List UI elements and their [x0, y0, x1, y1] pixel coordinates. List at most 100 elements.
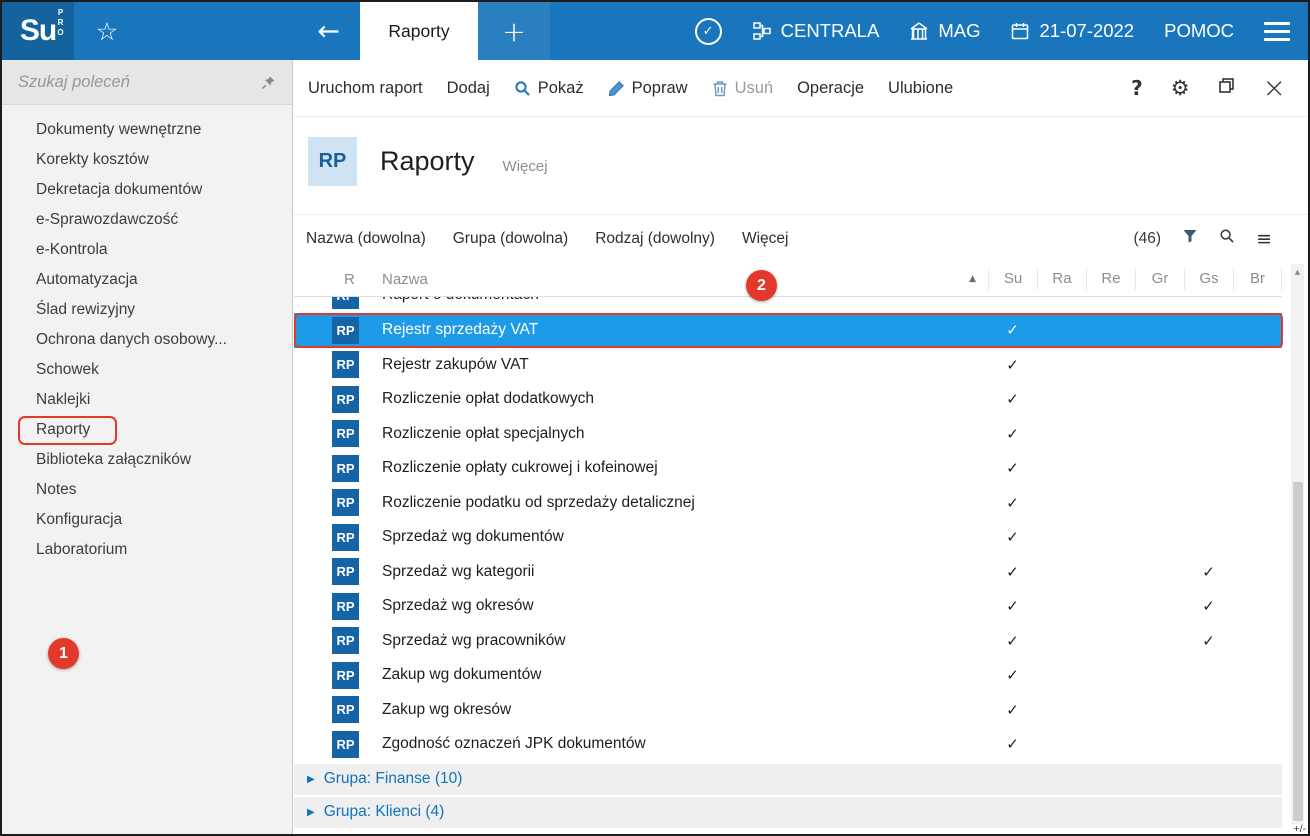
column-header-re[interactable]: Re	[1086, 268, 1135, 290]
column-header-r[interactable]: R	[294, 271, 374, 288]
sidebar-item-dokumenty-wewn-trzne[interactable]: Dokumenty wewnętrzne	[2, 115, 292, 145]
help-icon[interactable]: ?	[1131, 76, 1143, 100]
sidebar-item-raporty[interactable]: Raporty	[2, 415, 292, 445]
trash-icon	[712, 80, 728, 97]
close-icon[interactable]: ×	[1263, 74, 1286, 102]
table-row-raport-o-dokumentach[interactable]: RP Raport o dokumentach	[294, 297, 1282, 313]
main-menu-icon[interactable]	[1264, 21, 1290, 41]
type-cell: RP	[294, 730, 374, 758]
type-cell: RP	[294, 351, 374, 379]
filter-funnel-icon[interactable]	[1182, 228, 1198, 249]
tab-raporty[interactable]: Raporty	[360, 2, 478, 60]
sidebar-item-naklejki[interactable]: Naklejki	[2, 385, 292, 415]
column-header-gr[interactable]: Gr	[1135, 268, 1184, 290]
button-label: Dodaj	[446, 78, 490, 97]
favorites-star-icon[interactable]: ☆	[74, 2, 140, 60]
vertical-scrollbar[interactable]: ▲	[1291, 264, 1304, 824]
report-type-badge: RP	[332, 489, 359, 517]
scroll-up-icon[interactable]: ▲	[1291, 268, 1304, 276]
sidebar-item-korekty-koszt-w[interactable]: Korekty kosztów	[2, 145, 292, 175]
popraw-button[interactable]: Popraw	[596, 79, 700, 98]
more-link[interactable]: Więcej	[503, 158, 548, 175]
new-tab-button[interactable]: +	[478, 2, 550, 60]
operacje-button[interactable]: Operacje	[785, 79, 876, 98]
date-selector[interactable]: 21-07-2022	[1010, 20, 1134, 42]
table-row-rejestr-zakup-w-vat[interactable]: RP Rejestr zakupów VAT ✓	[294, 348, 1282, 383]
table-row-zakup-wg-okres-w[interactable]: RP Zakup wg okresów ✓	[294, 693, 1282, 728]
column-header-su[interactable]: Su	[988, 268, 1037, 290]
sidebar-item-notes[interactable]: Notes	[2, 475, 292, 505]
column-label: Nazwa	[382, 270, 428, 288]
search-icon[interactable]	[1219, 228, 1235, 249]
button-label: Popraw	[631, 78, 688, 97]
sidebar-item-laboratorium[interactable]: Laboratorium	[2, 535, 292, 565]
command-search-input[interactable]: Szukaj poleceń	[2, 60, 292, 105]
table-row-sprzeda-wg-pracownik-w[interactable]: RP Sprzedaż wg pracowników ✓ ✓	[294, 624, 1282, 659]
uruchom-raport-button[interactable]: Uruchom raport	[296, 79, 435, 98]
table-row-zgodno-oznacze-jpk-dokument-w[interactable]: RP Zgodność oznaczeń JPK dokumentów ✓	[294, 727, 1282, 762]
report-name: Zakup wg dokumentów	[382, 666, 542, 684]
report-type-badge: RP	[332, 454, 359, 482]
dodaj-button[interactable]: Dodaj	[435, 79, 502, 98]
table-row-rejestr-sprzeda-y-vat[interactable]: RP Rejestr sprzedaży VAT ✓	[294, 313, 1283, 348]
sidebar-item-ochrona-danych-osobowy[interactable]: Ochrona danych osobowy...	[2, 325, 292, 355]
help-menu[interactable]: POMOC	[1164, 20, 1234, 42]
type-cell: RP	[294, 316, 374, 344]
report-type-badge: RP	[332, 730, 359, 758]
poka-button[interactable]: Pokaż	[502, 79, 596, 98]
warehouse-selector[interactable]: MAG	[909, 20, 980, 42]
back-arrow-icon[interactable]: ←	[317, 16, 340, 47]
sort-asc-icon[interactable]: ▲	[969, 274, 976, 284]
sidebar-item-dekretacja-dokument-w[interactable]: Dekretacja dokumentów	[2, 175, 292, 205]
table-row-rozliczenie-op-aty-cukrowej-i-kofeinowej[interactable]: RP Rozliczenie opłaty cukrowej i kofeinow…	[294, 451, 1282, 486]
ulubione-button[interactable]: Ulubione	[876, 79, 965, 98]
table-row-sprzeda-wg-okres-w[interactable]: RP Sprzedaż wg okresów ✓ ✓	[294, 589, 1282, 624]
column-header-ra[interactable]: Ra	[1037, 268, 1086, 290]
sidebar-item-konfiguracja[interactable]: Konfiguracja	[2, 505, 292, 535]
table-row-sprzeda-wg-dokument-w[interactable]: RP Sprzedaż wg dokumentów ✓	[294, 520, 1282, 555]
check-cell-su: ✓	[988, 390, 1037, 408]
sidebar-item-automatyzacja[interactable]: Automatyzacja	[2, 265, 292, 295]
restore-window-icon[interactable]	[1218, 77, 1235, 99]
check-icon: ✓	[1006, 355, 1019, 374]
toolbar-items: Uruchom raport Dodaj Pokaż Popraw Usuń Operac…	[296, 79, 965, 98]
company-selector[interactable]: CENTRALA	[752, 20, 879, 42]
check-icon: ✓	[1006, 562, 1019, 581]
sidebar-item-e-kontrola[interactable]: e-Kontrola	[2, 235, 292, 265]
filter-rodzaj-dowolny[interactable]: Rodzaj (dowolny)	[595, 230, 715, 248]
sidebar-item-schowek[interactable]: Schowek	[2, 355, 292, 385]
annotation-badge-2: 2	[746, 270, 777, 301]
pin-icon[interactable]	[261, 75, 276, 90]
settings-gear-icon[interactable]: ⚙	[1171, 76, 1190, 100]
column-header-gs[interactable]: Gs	[1184, 268, 1233, 290]
report-type-badge: RP	[332, 385, 359, 413]
list-view-icon[interactable]: ≡	[1256, 228, 1272, 250]
filter-nazwa-dowolna[interactable]: Nazwa (dowolna)	[306, 230, 426, 248]
table-row-rozliczenie-podatku-od-sprzeda-y-detalicznej[interactable]: RP Rozliczenie podatku od sprzedaży detal…	[294, 486, 1282, 521]
check-icon: ✓	[1006, 321, 1019, 340]
page-title: Raporty	[380, 146, 475, 176]
table-row-rozliczenie-op-at-specjalnych[interactable]: RP Rozliczenie opłat specjalnych ✓	[294, 417, 1282, 452]
scrollbar-thumb[interactable]	[1292, 482, 1303, 821]
usu-button[interactable]: Usuń	[700, 79, 786, 98]
group-row-grupa-klienci-4[interactable]: ▶ Grupa: Klienci (4)	[294, 796, 1282, 828]
table-row-rozliczenie-op-at-dodatkowych[interactable]: RP Rozliczenie opłat dodatkowych ✓	[294, 382, 1282, 417]
column-header-br[interactable]: Br	[1233, 268, 1282, 290]
table-row-zakup-wg-dokument-w[interactable]: RP Zakup wg dokumentów ✓	[294, 658, 1282, 693]
button-label: Ulubione	[888, 78, 954, 97]
filter-grupa-dowolna[interactable]: Grupa (dowolna)	[453, 230, 568, 248]
filter-wi-cej[interactable]: Więcej	[742, 230, 789, 248]
group-row-grupa-finanse-10[interactable]: ▶ Grupa: Finanse (10)	[294, 763, 1282, 795]
sidebar-item-biblioteka-za-cznik-w[interactable]: Biblioteka załączników	[2, 445, 292, 475]
sync-status-icon[interactable]: ✓	[694, 17, 722, 45]
sidebar-item-lad-rewizyjny[interactable]: Ślad rewizyjny	[2, 295, 292, 325]
app-logo[interactable]: Su PRO	[2, 2, 74, 60]
report-name: Rozliczenie podatku od sprzedaży detalic…	[382, 493, 695, 511]
column-header-nazwa[interactable]: Nazwa ▲	[374, 271, 988, 288]
check-icon: ✓	[1006, 424, 1019, 443]
report-name: Zakup wg okresów	[382, 700, 512, 718]
type-cell: RP	[294, 627, 374, 655]
sidebar-item-e-sprawozdawczo[interactable]: e-Sprawozdawczość	[2, 205, 292, 235]
table-row-sprzeda-wg-kategorii[interactable]: RP Sprzedaż wg kategorii ✓ ✓	[294, 555, 1282, 590]
